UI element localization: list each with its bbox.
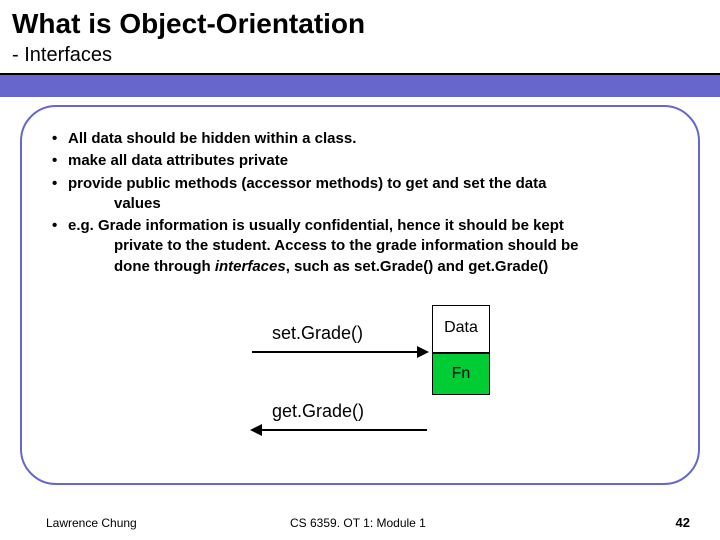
bullet-text-cont: private to the student. Access to the gr… bbox=[68, 236, 670, 256]
fn-box: Fn bbox=[432, 353, 490, 395]
footer-course: CS 6359. OT 1: Module 1 bbox=[290, 516, 426, 530]
arrow-right-icon bbox=[252, 351, 427, 353]
bullet-item: All data should be hidden within a class… bbox=[50, 129, 670, 149]
footer-author: Lawrence Chung bbox=[46, 516, 137, 530]
data-box: Data bbox=[432, 305, 490, 353]
bullet-text-part: done through bbox=[114, 258, 215, 275]
bullet-text: e.g. Grade information is usually confid… bbox=[68, 217, 564, 234]
footer-page-number: 42 bbox=[676, 515, 690, 530]
set-method-label: set.Grade() bbox=[272, 323, 363, 344]
content-area: All data should be hidden within a class… bbox=[0, 97, 720, 485]
bullet-text-part: , such as set.Grade() and get.Grade() bbox=[286, 258, 549, 275]
bullet-list: All data should be hidden within a class… bbox=[50, 129, 670, 277]
slide-subtitle: - Interfaces bbox=[0, 44, 720, 73]
slide-title: What is Object-Orientation bbox=[0, 0, 720, 44]
bullet-text: provide public methods (accessor methods… bbox=[68, 175, 546, 192]
bullet-item: provide public methods (accessor methods… bbox=[50, 174, 670, 215]
emphasis-text: interfaces bbox=[215, 258, 286, 275]
bullet-item: e.g. Grade information is usually confid… bbox=[50, 216, 670, 277]
get-method-label: get.Grade() bbox=[272, 401, 364, 422]
bullet-text-cont: done through interfaces, such as set.Gra… bbox=[68, 257, 670, 277]
bullet-item: make all data attributes private bbox=[50, 151, 670, 171]
arrow-left-icon bbox=[252, 429, 427, 431]
accent-band bbox=[0, 75, 720, 97]
bullet-text-cont: values bbox=[68, 194, 670, 214]
interface-diagram: set.Grade() get.Grade() Data Fn bbox=[252, 305, 512, 445]
content-panel: All data should be hidden within a class… bbox=[20, 105, 700, 485]
